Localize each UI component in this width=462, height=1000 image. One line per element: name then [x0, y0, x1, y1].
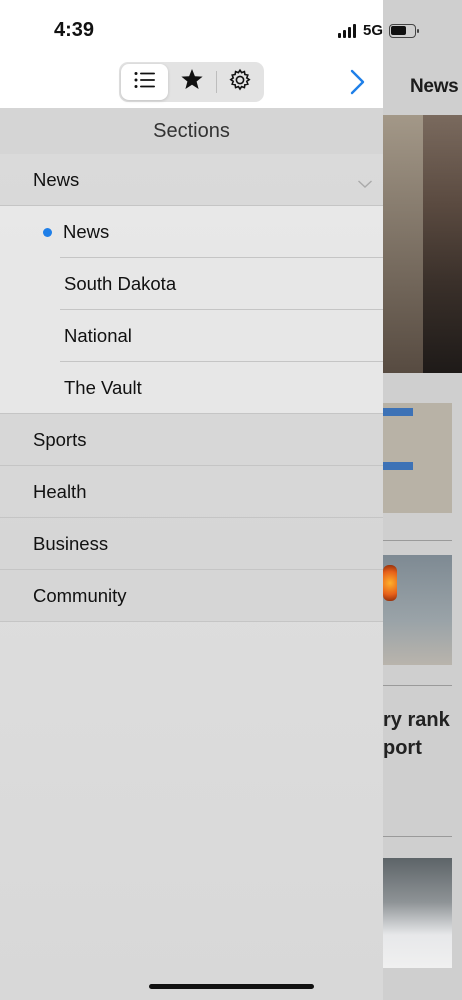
background-headline: ry rank port	[383, 709, 450, 759]
home-indicator[interactable]	[149, 984, 314, 989]
section-item-label: National	[64, 325, 132, 346]
settings-tab[interactable]	[217, 64, 264, 100]
section-group-health[interactable]: Health	[0, 466, 383, 518]
star-icon	[180, 68, 204, 96]
section-group-label: Health	[33, 481, 87, 502]
section-item-news[interactable]: News	[0, 206, 383, 258]
section-group-label: Community	[33, 585, 127, 606]
sections-header: Sections	[0, 108, 383, 154]
chevron-right-icon	[344, 69, 370, 100]
background-content: News ry rank port	[383, 0, 462, 1000]
section-group-label: Sports	[33, 429, 87, 450]
section-group-sports[interactable]: Sports	[0, 414, 383, 466]
section-group-label: Business	[33, 533, 109, 554]
status-time: 4:39	[54, 19, 95, 41]
section-item-label: The Vault	[64, 377, 142, 398]
list-icon	[134, 71, 156, 94]
gear-icon	[228, 68, 252, 97]
section-item-the-vault[interactable]: The Vault	[0, 362, 383, 414]
section-group-business[interactable]: Business	[0, 518, 383, 570]
background-photo-1	[383, 115, 462, 373]
status-indicators: 5G	[338, 22, 420, 39]
sections-list-tab[interactable]	[121, 64, 169, 100]
section-group-news[interactable]: News	[0, 154, 383, 206]
background-photo-4	[383, 858, 452, 968]
section-item-label: News	[63, 221, 110, 242]
close-drawer-button[interactable]	[344, 68, 370, 96]
background-title: News	[410, 76, 459, 97]
network-label: 5G	[363, 22, 384, 39]
battery-icon	[389, 23, 420, 38]
section-item-south-dakota[interactable]: South Dakota	[0, 258, 383, 310]
view-segmented-control	[119, 62, 264, 102]
signal-icon	[338, 23, 356, 38]
sections-drawer: 4:39 Sections News News South Dakota Nat…	[0, 0, 383, 1000]
chevron-down-icon	[357, 173, 373, 188]
section-item-label: South Dakota	[64, 273, 177, 294]
background-photo-3	[383, 555, 452, 665]
background-photo-2	[383, 403, 452, 513]
section-group-label: News	[33, 169, 80, 190]
favorites-tab[interactable]	[168, 64, 215, 100]
selected-indicator	[43, 228, 52, 237]
section-group-community[interactable]: Community	[0, 570, 383, 622]
section-item-national[interactable]: National	[0, 310, 383, 362]
